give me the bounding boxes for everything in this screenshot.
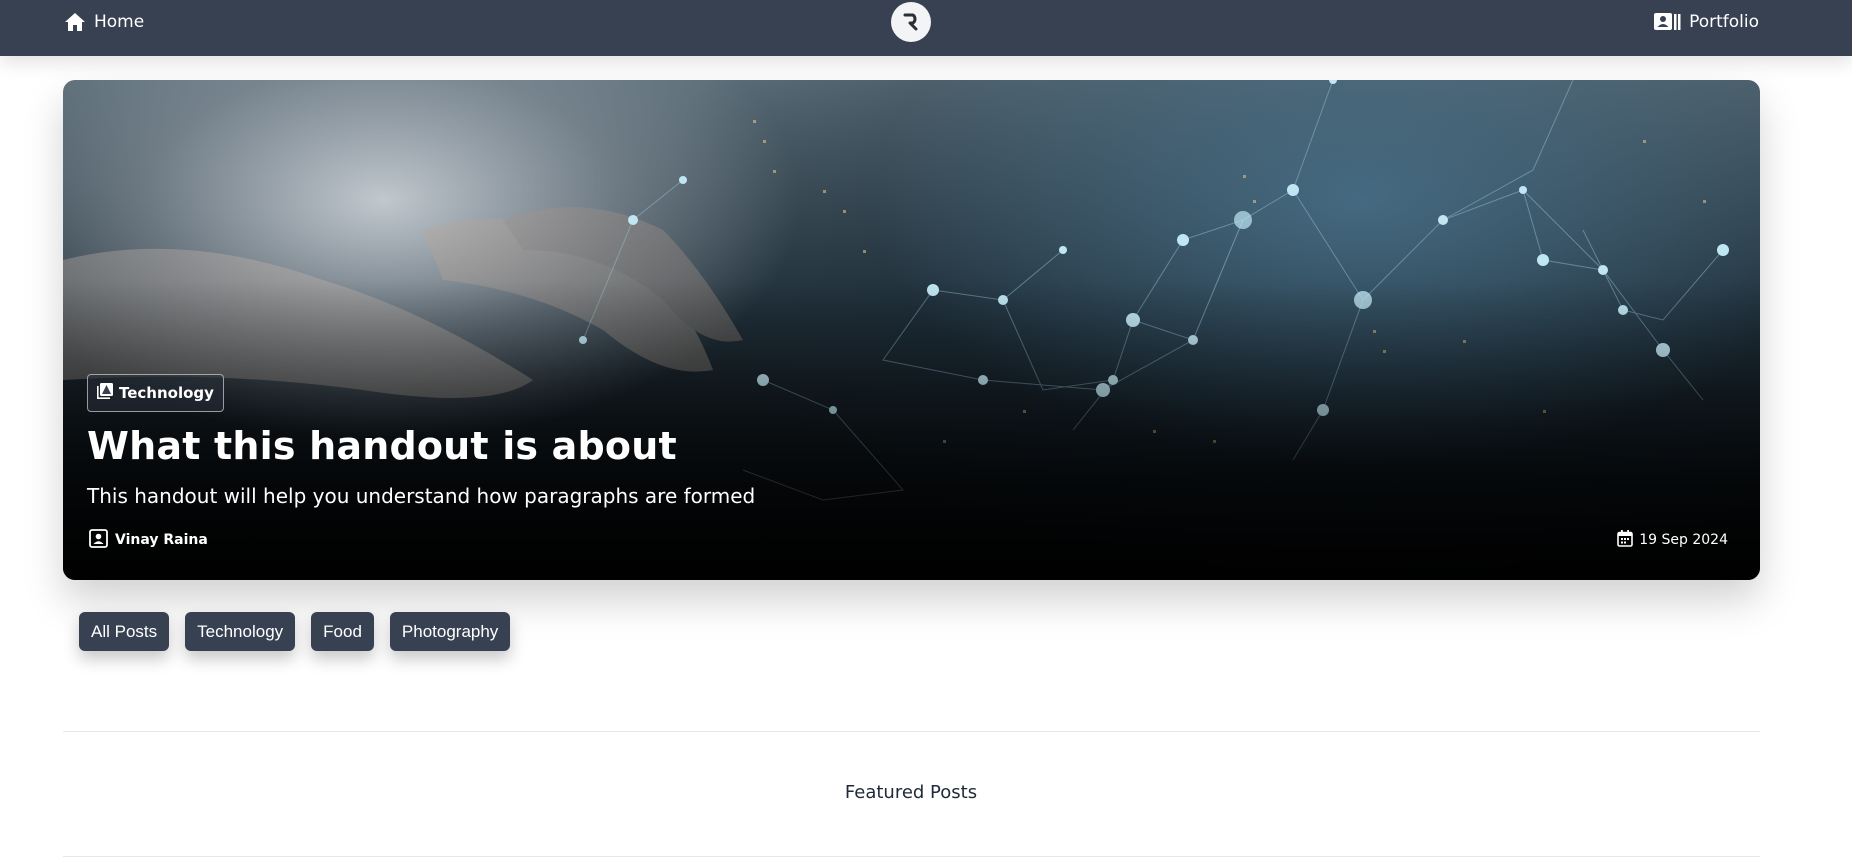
hero-category-label: Technology: [119, 384, 214, 402]
section-divider-top: [63, 731, 1760, 732]
site-logo[interactable]: [891, 2, 931, 42]
hero-title[interactable]: What this handout is about: [87, 424, 677, 468]
post-date: 19 Sep 2024: [1639, 532, 1728, 548]
hero-author[interactable]: Vinay Raina: [89, 528, 208, 552]
author-name: Vinay Raina: [115, 532, 208, 548]
category-filters: All Posts Technology Food Photography: [79, 612, 511, 651]
hero-category-badge[interactable]: Technology: [87, 374, 224, 412]
featured-posts-heading: Featured Posts: [844, 782, 978, 803]
hero-subtitle: This handout will help you understand ho…: [87, 484, 756, 508]
house-icon: [64, 12, 86, 32]
logo-mark-icon: [903, 13, 918, 31]
home-label: Home: [94, 12, 145, 32]
filter-photography[interactable]: Photography: [389, 612, 511, 651]
user-square-icon: [89, 528, 108, 552]
filter-technology[interactable]: Technology: [185, 612, 296, 651]
image-frame-icon: [97, 383, 113, 403]
top-navbar: Home Portfolio: [0, 0, 1852, 56]
filter-all-posts[interactable]: All Posts: [79, 612, 170, 651]
portfolio-label: Portfolio: [1689, 12, 1759, 32]
hero-featured-post[interactable]: Technology What this handout is about Th…: [63, 80, 1760, 580]
filter-food[interactable]: Food: [311, 612, 374, 651]
section-divider-bottom: [63, 856, 1760, 857]
id-card-icon: [1654, 13, 1681, 31]
portfolio-link[interactable]: Portfolio: [1654, 8, 1759, 36]
home-link[interactable]: Home: [64, 8, 144, 36]
hero-date: 19 Sep 2024: [1617, 529, 1728, 551]
calendar-icon: [1617, 529, 1634, 551]
